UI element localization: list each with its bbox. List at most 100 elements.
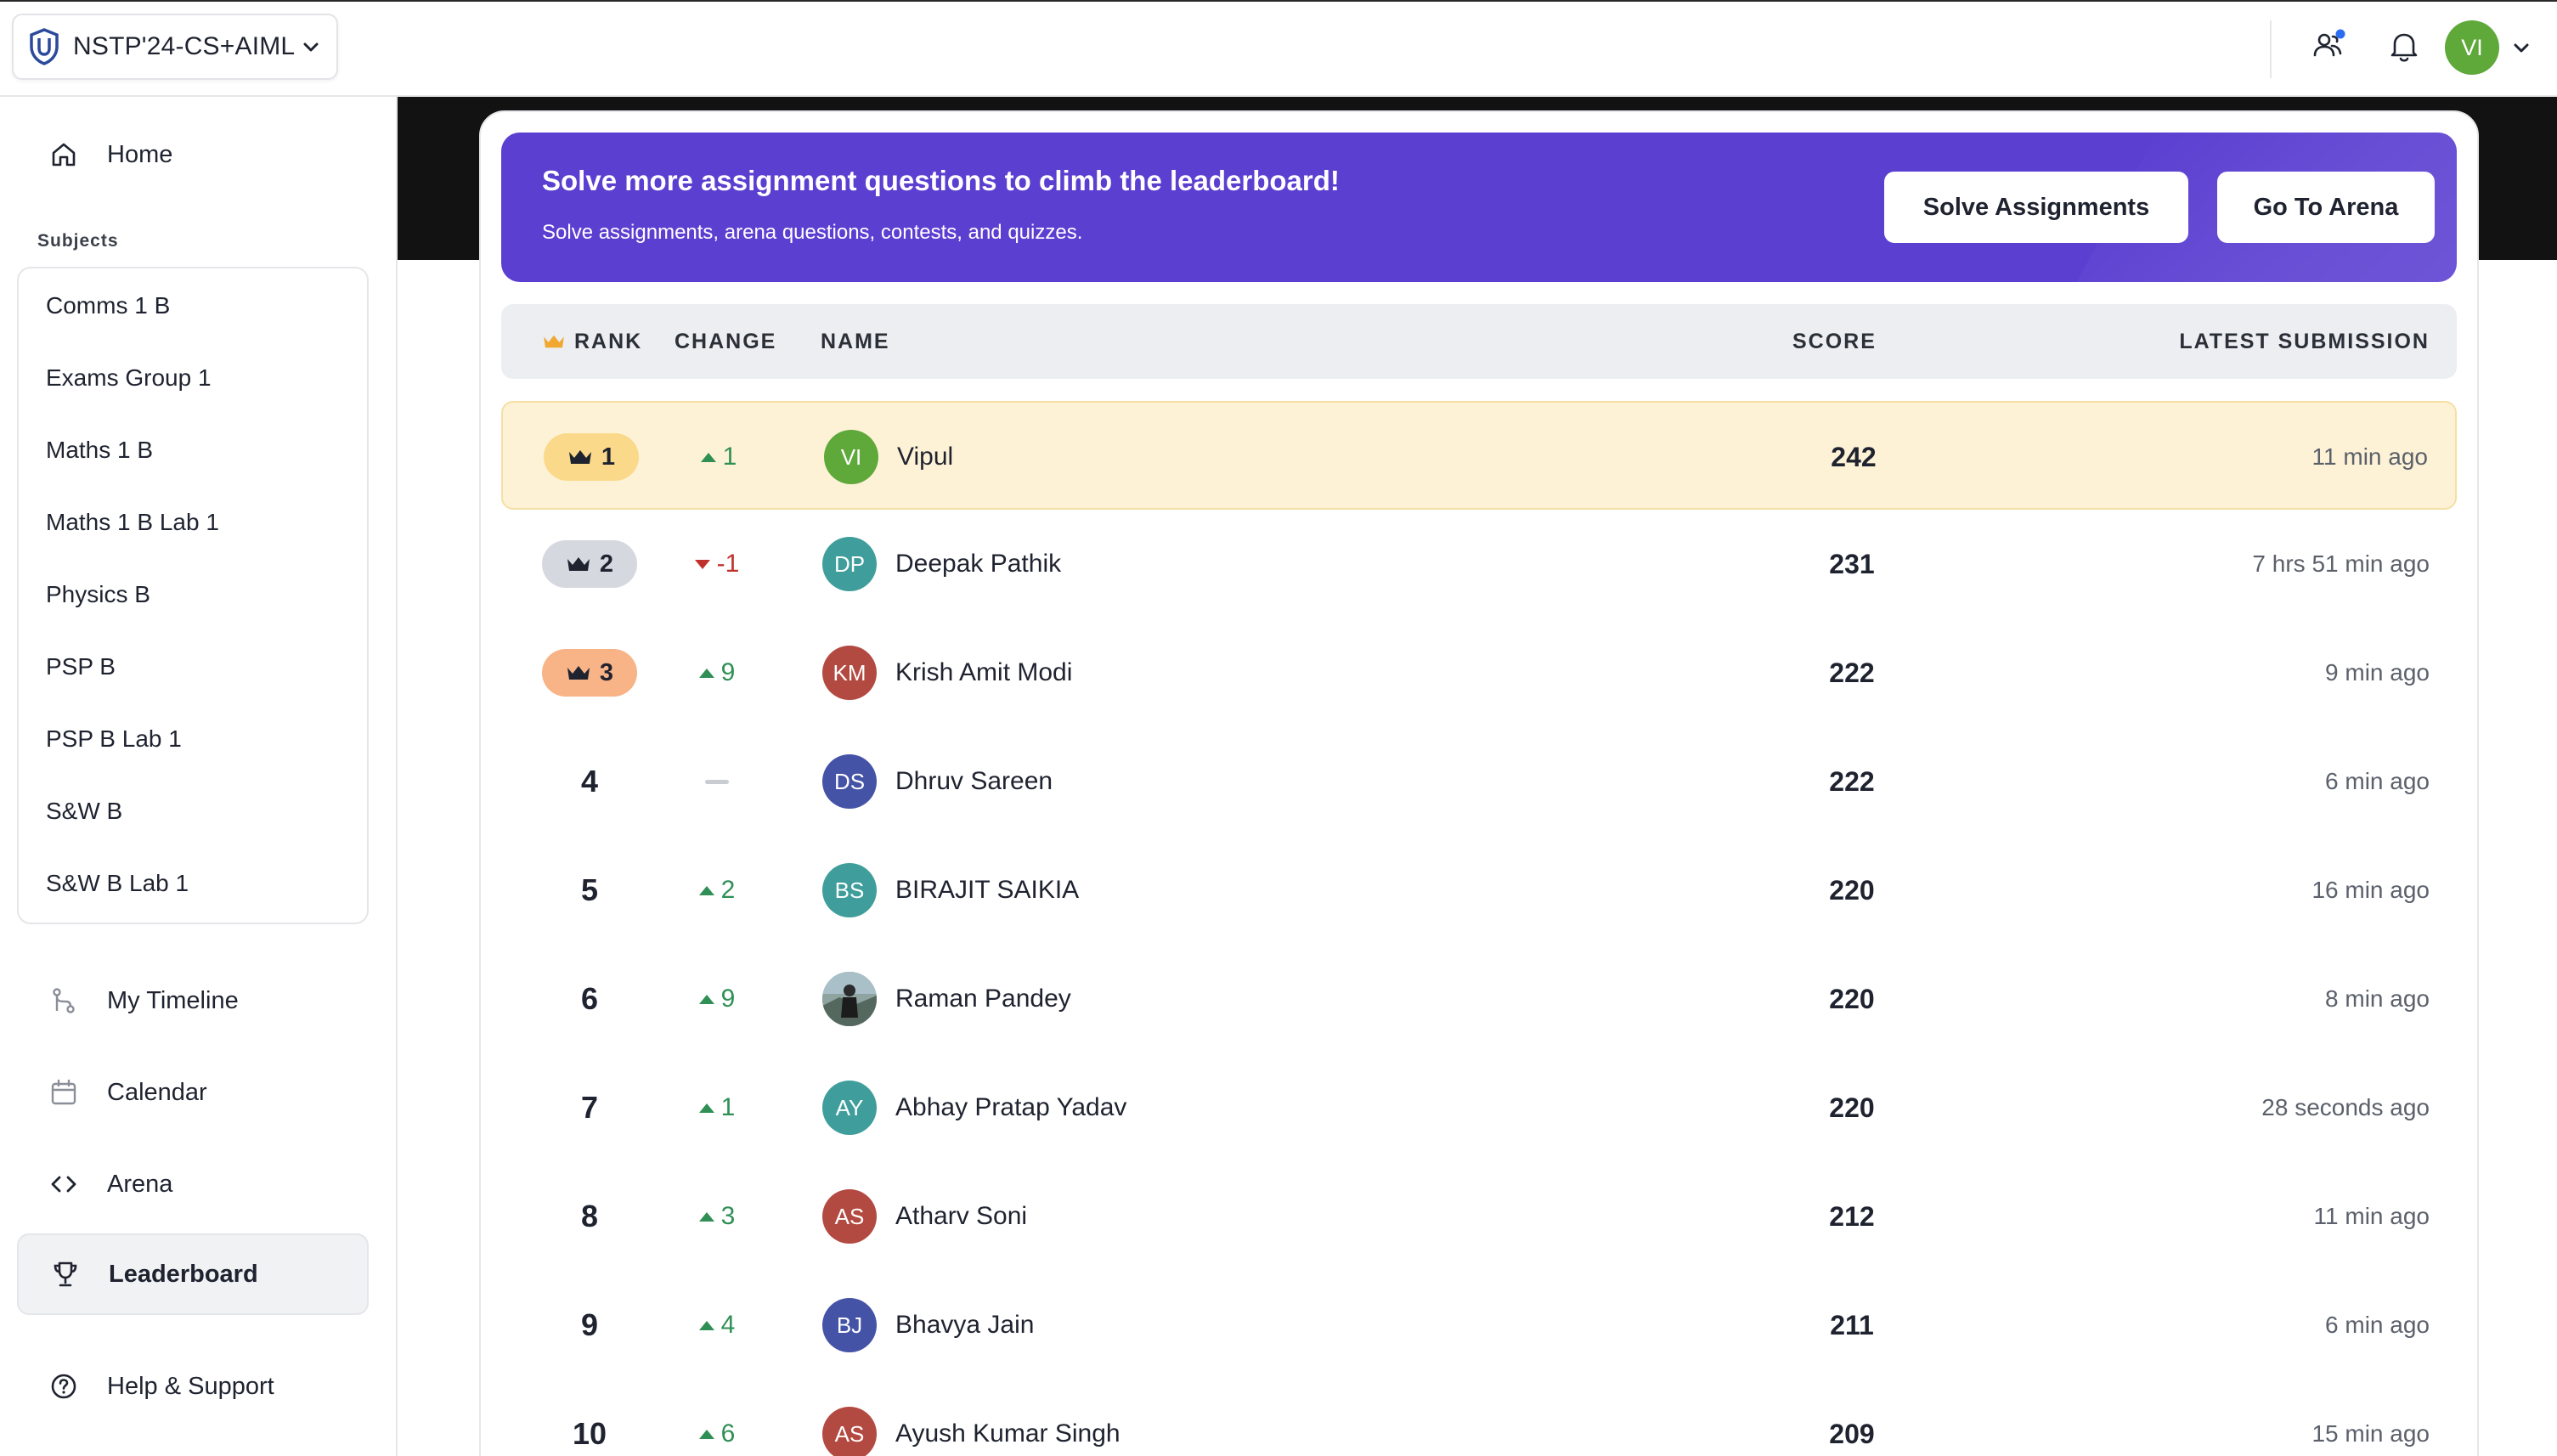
crown-icon [567, 557, 590, 571]
rank-value: 3 [599, 658, 614, 686]
latest-submission: 7 hrs 51 min ago [2252, 550, 2430, 577]
rank-change [676, 727, 758, 836]
table-row[interactable]: 8 3 AS Atharv Soni 212 11 min ago [501, 1162, 2457, 1271]
help-icon [51, 1374, 76, 1399]
bell-icon[interactable] [2385, 27, 2423, 65]
sidebar-item-leaderboard[interactable]: Leaderboard [17, 1233, 369, 1315]
subject-item[interactable]: Maths 1 B [46, 437, 153, 464]
subject-item[interactable]: PSP B [46, 653, 116, 680]
subject-item[interactable]: S&W B Lab 1 [46, 870, 189, 897]
table-header: RANK CHANGE NAME SCORE LATEST SUBMISSION [501, 304, 2457, 379]
sidebar-item-home[interactable]: Home [17, 114, 369, 195]
subject-item[interactable]: Maths 1 B Lab 1 [46, 509, 219, 536]
crown-icon [568, 450, 591, 464]
latest-submission: 8 min ago [2325, 985, 2430, 1012]
change-header[interactable]: CHANGE [675, 304, 776, 379]
student-name[interactable]: Abhay Pratap Yadav [895, 1053, 1126, 1162]
sidebar-item-arena[interactable]: Arena [17, 1143, 369, 1225]
avatar: AS [822, 1189, 877, 1244]
score-value: 211 [1830, 1309, 1874, 1340]
score-value: 222 [1829, 657, 1875, 688]
student-name[interactable]: Ayush Kumar Singh [895, 1380, 1120, 1456]
sidebar-item-label: Help & Support [107, 1372, 274, 1400]
student-name[interactable]: Krish Amit Modi [895, 618, 1072, 727]
rank-value: 7 [580, 1090, 599, 1125]
go-to-arena-button[interactable]: Go To Arena [2217, 172, 2435, 243]
subject-item[interactable]: Physics B [46, 581, 150, 608]
course-selector[interactable]: NSTP'24-CS+AIML [12, 14, 338, 80]
name-header[interactable]: NAME [821, 304, 890, 379]
subject-item[interactable]: S&W B [46, 798, 122, 825]
rank-change-value: 1 [722, 443, 737, 471]
arrow-up-icon [698, 1103, 714, 1113]
avatar: AS [822, 1407, 877, 1456]
rank-value: 1 [601, 443, 616, 471]
table-row[interactable]: 9 4 BJ Bhavya Jain 211 6 min ago [501, 1271, 2457, 1380]
latest-submission: 28 seconds ago [2261, 1094, 2430, 1120]
home-icon [52, 143, 76, 166]
student-name[interactable]: Deepak Pathik [895, 510, 1061, 618]
latest-submission: 15 min ago [2311, 1420, 2430, 1447]
latest-submission: 6 min ago [2325, 1312, 2430, 1338]
table-row[interactable]: 7 1 AY Abhay Pratap Yadav 220 28 seconds… [501, 1053, 2457, 1162]
score-value: 220 [1829, 983, 1875, 1014]
rank-change: 4 [676, 1271, 758, 1380]
latest-submission: 11 min ago [2311, 443, 2428, 470]
sidebar-item-label: Leaderboard [109, 1260, 258, 1288]
score-value: 209 [1829, 1418, 1875, 1449]
table-row[interactable]: 5 2 BS BIRAJIT SAIKIA 220 16 min ago [501, 836, 2457, 945]
avatar: BS [822, 863, 877, 917]
rank-change-value: 3 [720, 1202, 736, 1230]
table-row[interactable]: 4 DS Dhruv Sareen 222 6 min ago [501, 727, 2457, 836]
user-avatar[interactable]: VI [2445, 20, 2499, 75]
student-name[interactable]: Raman Pandey [895, 945, 1071, 1053]
people-icon[interactable] [2311, 27, 2348, 65]
subject-item[interactable]: Comms 1 B [46, 292, 170, 319]
arrow-up-icon [698, 1211, 714, 1222]
sidebar-item-label: My Timeline [107, 986, 239, 1014]
crown-icon [544, 335, 564, 348]
student-name[interactable]: Bhavya Jain [895, 1271, 1034, 1380]
rank-change: 1 [676, 1053, 758, 1162]
banner-subtitle: Solve assignments, arena questions, cont… [542, 221, 1083, 244]
table-row[interactable]: 1 1 VI Vipul 242 11 min ago [501, 401, 2457, 510]
student-name[interactable]: BIRAJIT SAIKIA [895, 836, 1079, 945]
avatar: AY [822, 1081, 877, 1135]
latest-submission-header[interactable]: LATEST SUBMISSION [2179, 304, 2430, 379]
score-value: 220 [1829, 874, 1875, 906]
table-row[interactable]: 2 -1 DP Deepak Pathik 231 7 hrs 51 min a… [501, 510, 2457, 618]
avatar: VI [824, 430, 878, 484]
sidebar-item-calendar[interactable]: Calendar [17, 1052, 369, 1133]
rank-header[interactable]: RANK [542, 304, 642, 379]
sidebar-item-timeline[interactable]: My Timeline [17, 960, 369, 1041]
score-header[interactable]: SCORE [1792, 304, 1877, 379]
sidebar-item-label: Home [107, 140, 173, 168]
calendar-icon [51, 1079, 76, 1105]
chevron-down-icon[interactable] [2511, 37, 2532, 58]
crown-icon [567, 666, 590, 680]
solve-assignments-button[interactable]: Solve Assignments [1884, 172, 2188, 243]
sidebar: Home Subjects Comms 1 B Exams Group 1 Ma… [0, 97, 398, 1456]
avatar: DS [822, 754, 877, 809]
latest-submission: 9 min ago [2325, 659, 2430, 686]
subject-item[interactable]: Exams Group 1 [46, 364, 212, 392]
chevron-down-icon [303, 42, 319, 52]
table-row[interactable]: 6 9 Raman Pandey 220 8 min ago [501, 945, 2457, 1053]
table-row[interactable]: 3 9 KM Krish Amit Modi 222 9 min ago [501, 618, 2457, 727]
rank-change: 6 [676, 1380, 758, 1456]
subject-item[interactable]: PSP B Lab 1 [46, 725, 182, 753]
rank-value: 4 [580, 764, 599, 799]
table-row[interactable]: 10 6 AS Ayush Kumar Singh 209 15 min ago [501, 1380, 2457, 1456]
banner-title: Solve more assignment questions to climb… [542, 165, 1340, 196]
arrow-up-icon [698, 668, 714, 678]
timeline-icon [53, 988, 75, 1013]
arrow-up-icon [700, 452, 716, 462]
student-name[interactable]: Atharv Soni [895, 1162, 1027, 1271]
rank-value: 2 [599, 550, 614, 578]
score-value: 222 [1829, 765, 1875, 797]
rank-change-value: 4 [720, 1311, 736, 1339]
student-name[interactable]: Vipul [897, 403, 953, 511]
rank-value: 6 [580, 981, 599, 1016]
student-name[interactable]: Dhruv Sareen [895, 727, 1053, 836]
sidebar-item-help[interactable]: Help & Support [17, 1346, 369, 1427]
